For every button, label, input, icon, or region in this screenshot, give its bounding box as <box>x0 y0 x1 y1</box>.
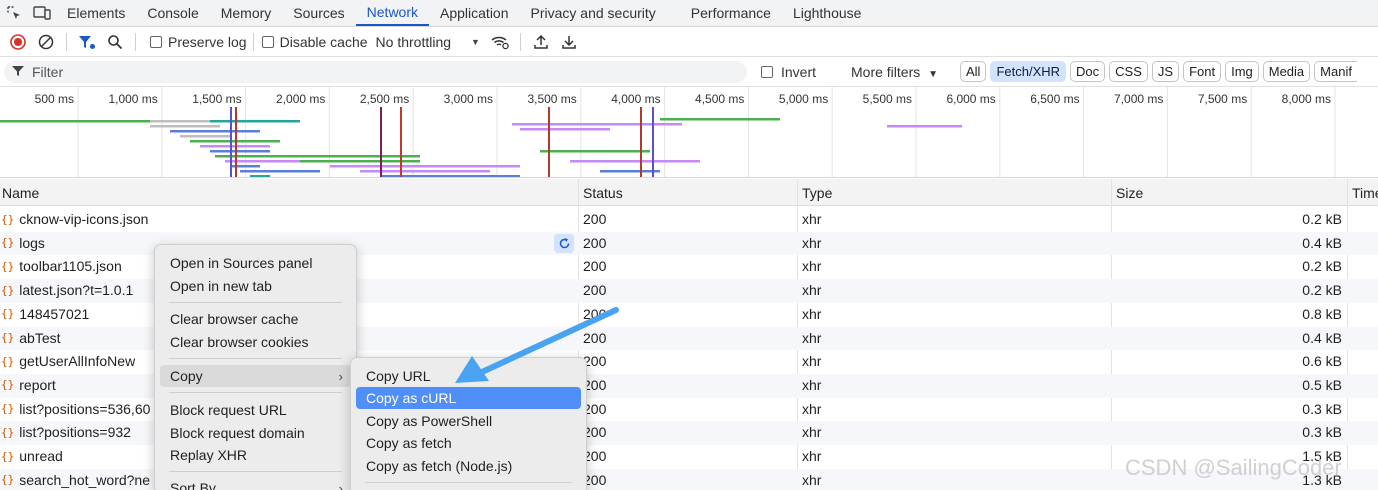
annotation-arrow <box>455 307 619 383</box>
watermark: CSDN @SailingCoder <box>1125 455 1342 480</box>
annotation-arrow-line <box>479 307 619 375</box>
